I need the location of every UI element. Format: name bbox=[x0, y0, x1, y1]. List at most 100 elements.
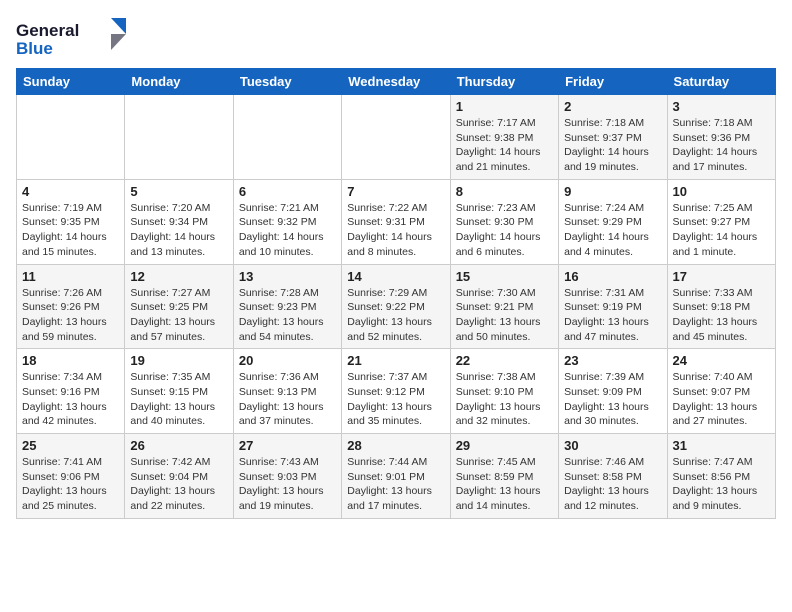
calendar-table: SundayMondayTuesdayWednesdayThursdayFrid… bbox=[16, 68, 776, 519]
calendar-cell: 30 Sunrise: 7:46 AMSunset: 8:58 PMDayligh… bbox=[559, 434, 667, 519]
day-info: Sunrise: 7:45 AMSunset: 8:59 PMDaylight:… bbox=[456, 455, 553, 514]
logo-svg: General Blue bbox=[16, 16, 136, 60]
calendar-cell: 13 Sunrise: 7:28 AMSunset: 9:23 PMDayligh… bbox=[233, 264, 341, 349]
day-number: 5 bbox=[130, 184, 227, 199]
logo-container: General Blue bbox=[16, 16, 136, 60]
calendar-cell: 25 Sunrise: 7:41 AMSunset: 9:06 PMDayligh… bbox=[17, 434, 125, 519]
day-number: 25 bbox=[22, 438, 119, 453]
calendar-cell: 19 Sunrise: 7:35 AMSunset: 9:15 PMDayligh… bbox=[125, 349, 233, 434]
calendar-cell: 7 Sunrise: 7:22 AMSunset: 9:31 PMDaylight… bbox=[342, 179, 450, 264]
day-info: Sunrise: 7:35 AMSunset: 9:15 PMDaylight:… bbox=[130, 370, 227, 429]
calendar-cell: 24 Sunrise: 7:40 AMSunset: 9:07 PMDayligh… bbox=[667, 349, 775, 434]
svg-text:General: General bbox=[16, 21, 79, 40]
day-info: Sunrise: 7:46 AMSunset: 8:58 PMDaylight:… bbox=[564, 455, 661, 514]
calendar-cell bbox=[125, 95, 233, 180]
calendar-cell: 31 Sunrise: 7:47 AMSunset: 8:56 PMDayligh… bbox=[667, 434, 775, 519]
calendar-cell: 21 Sunrise: 7:37 AMSunset: 9:12 PMDayligh… bbox=[342, 349, 450, 434]
day-info: Sunrise: 7:28 AMSunset: 9:23 PMDaylight:… bbox=[239, 286, 336, 345]
day-info: Sunrise: 7:38 AMSunset: 9:10 PMDaylight:… bbox=[456, 370, 553, 429]
calendar-cell: 29Sunrise: 7:45 AMSunset: 8:59 PMDayligh… bbox=[450, 434, 558, 519]
calendar-week-1: 1 Sunrise: 7:17 AMSunset: 9:38 PMDaylight… bbox=[17, 95, 776, 180]
day-number: 20 bbox=[239, 353, 336, 368]
day-info: Sunrise: 7:18 AMSunset: 9:37 PMDaylight:… bbox=[564, 116, 661, 175]
day-info: Sunrise: 7:42 AMSunset: 9:04 PMDaylight:… bbox=[130, 455, 227, 514]
day-number: 30 bbox=[564, 438, 661, 453]
calendar-cell: 10Sunrise: 7:25 AMSunset: 9:27 PMDayligh… bbox=[667, 179, 775, 264]
day-info: Sunrise: 7:22 AMSunset: 9:31 PMDaylight:… bbox=[347, 201, 444, 260]
day-number: 7 bbox=[347, 184, 444, 199]
day-number: 24 bbox=[673, 353, 770, 368]
calendar-cell: 16 Sunrise: 7:31 AMSunset: 9:19 PMDayligh… bbox=[559, 264, 667, 349]
calendar-body: 1 Sunrise: 7:17 AMSunset: 9:38 PMDaylight… bbox=[17, 95, 776, 519]
day-info: Sunrise: 7:34 AMSunset: 9:16 PMDaylight:… bbox=[22, 370, 119, 429]
day-number: 17 bbox=[673, 269, 770, 284]
day-number: 19 bbox=[130, 353, 227, 368]
day-number: 8 bbox=[456, 184, 553, 199]
calendar-cell: 22 Sunrise: 7:38 AMSunset: 9:10 PMDayligh… bbox=[450, 349, 558, 434]
weekday-header-monday: Monday bbox=[125, 69, 233, 95]
day-number: 2 bbox=[564, 99, 661, 114]
day-number: 15 bbox=[456, 269, 553, 284]
logo: General Blue bbox=[16, 16, 136, 60]
weekday-header-sunday: Sunday bbox=[17, 69, 125, 95]
day-number: 31 bbox=[673, 438, 770, 453]
day-number: 12 bbox=[130, 269, 227, 284]
day-info: Sunrise: 7:30 AMSunset: 9:21 PMDaylight:… bbox=[456, 286, 553, 345]
calendar-cell: 2 Sunrise: 7:18 AMSunset: 9:37 PMDaylight… bbox=[559, 95, 667, 180]
day-number: 26 bbox=[130, 438, 227, 453]
calendar-cell: 28Sunrise: 7:44 AMSunset: 9:01 PMDayligh… bbox=[342, 434, 450, 519]
day-info: Sunrise: 7:36 AMSunset: 9:13 PMDaylight:… bbox=[239, 370, 336, 429]
day-number: 14 bbox=[347, 269, 444, 284]
day-info: Sunrise: 7:47 AMSunset: 8:56 PMDaylight:… bbox=[673, 455, 770, 514]
day-number: 21 bbox=[347, 353, 444, 368]
day-info: Sunrise: 7:39 AMSunset: 9:09 PMDaylight:… bbox=[564, 370, 661, 429]
calendar-cell bbox=[17, 95, 125, 180]
day-number: 16 bbox=[564, 269, 661, 284]
day-info: Sunrise: 7:37 AMSunset: 9:12 PMDaylight:… bbox=[347, 370, 444, 429]
calendar-cell: 5Sunrise: 7:20 AMSunset: 9:34 PMDaylight… bbox=[125, 179, 233, 264]
calendar-week-4: 18 Sunrise: 7:34 AMSunset: 9:16 PMDayligh… bbox=[17, 349, 776, 434]
day-info: Sunrise: 7:27 AMSunset: 9:25 PMDaylight:… bbox=[130, 286, 227, 345]
calendar-cell: 20 Sunrise: 7:36 AMSunset: 9:13 PMDayligh… bbox=[233, 349, 341, 434]
weekday-header-tuesday: Tuesday bbox=[233, 69, 341, 95]
calendar-cell bbox=[342, 95, 450, 180]
calendar-week-5: 25 Sunrise: 7:41 AMSunset: 9:06 PMDayligh… bbox=[17, 434, 776, 519]
day-info: Sunrise: 7:41 AMSunset: 9:06 PMDaylight:… bbox=[22, 455, 119, 514]
day-info: Sunrise: 7:44 AMSunset: 9:01 PMDaylight:… bbox=[347, 455, 444, 514]
day-number: 6 bbox=[239, 184, 336, 199]
day-info: Sunrise: 7:23 AMSunset: 9:30 PMDaylight:… bbox=[456, 201, 553, 260]
calendar-cell: 14 Sunrise: 7:29 AMSunset: 9:22 PMDayligh… bbox=[342, 264, 450, 349]
day-number: 22 bbox=[456, 353, 553, 368]
day-info: Sunrise: 7:40 AMSunset: 9:07 PMDaylight:… bbox=[673, 370, 770, 429]
weekday-header-saturday: Saturday bbox=[667, 69, 775, 95]
calendar-cell: 9 Sunrise: 7:24 AMSunset: 9:29 PMDaylight… bbox=[559, 179, 667, 264]
calendar-week-3: 11Sunrise: 7:26 AMSunset: 9:26 PMDayligh… bbox=[17, 264, 776, 349]
day-info: Sunrise: 7:21 AMSunset: 9:32 PMDaylight:… bbox=[239, 201, 336, 260]
calendar-cell: 1 Sunrise: 7:17 AMSunset: 9:38 PMDaylight… bbox=[450, 95, 558, 180]
day-number: 27 bbox=[239, 438, 336, 453]
day-info: Sunrise: 7:29 AMSunset: 9:22 PMDaylight:… bbox=[347, 286, 444, 345]
day-info: Sunrise: 7:33 AMSunset: 9:18 PMDaylight:… bbox=[673, 286, 770, 345]
day-number: 1 bbox=[456, 99, 553, 114]
svg-text:Blue: Blue bbox=[16, 39, 53, 58]
calendar-cell: 27 Sunrise: 7:43 AMSunset: 9:03 PMDayligh… bbox=[233, 434, 341, 519]
calendar-cell: 26 Sunrise: 7:42 AMSunset: 9:04 PMDayligh… bbox=[125, 434, 233, 519]
day-info: Sunrise: 7:17 AMSunset: 9:38 PMDaylight:… bbox=[456, 116, 553, 175]
calendar-cell: 15 Sunrise: 7:30 AMSunset: 9:21 PMDayligh… bbox=[450, 264, 558, 349]
calendar-week-2: 4Sunrise: 7:19 AMSunset: 9:35 PMDaylight… bbox=[17, 179, 776, 264]
page-header: General Blue bbox=[16, 16, 776, 60]
day-number: 13 bbox=[239, 269, 336, 284]
day-info: Sunrise: 7:43 AMSunset: 9:03 PMDaylight:… bbox=[239, 455, 336, 514]
day-number: 11 bbox=[22, 269, 119, 284]
day-number: 9 bbox=[564, 184, 661, 199]
weekday-header-thursday: Thursday bbox=[450, 69, 558, 95]
day-number: 18 bbox=[22, 353, 119, 368]
day-info: Sunrise: 7:25 AMSunset: 9:27 PMDaylight:… bbox=[673, 201, 770, 260]
day-info: Sunrise: 7:18 AMSunset: 9:36 PMDaylight:… bbox=[673, 116, 770, 175]
calendar-cell: 23 Sunrise: 7:39 AMSunset: 9:09 PMDayligh… bbox=[559, 349, 667, 434]
day-info: Sunrise: 7:31 AMSunset: 9:19 PMDaylight:… bbox=[564, 286, 661, 345]
calendar-cell: 12 Sunrise: 7:27 AMSunset: 9:25 PMDayligh… bbox=[125, 264, 233, 349]
calendar-cell: 11Sunrise: 7:26 AMSunset: 9:26 PMDayligh… bbox=[17, 264, 125, 349]
day-number: 23 bbox=[564, 353, 661, 368]
day-info: Sunrise: 7:24 AMSunset: 9:29 PMDaylight:… bbox=[564, 201, 661, 260]
